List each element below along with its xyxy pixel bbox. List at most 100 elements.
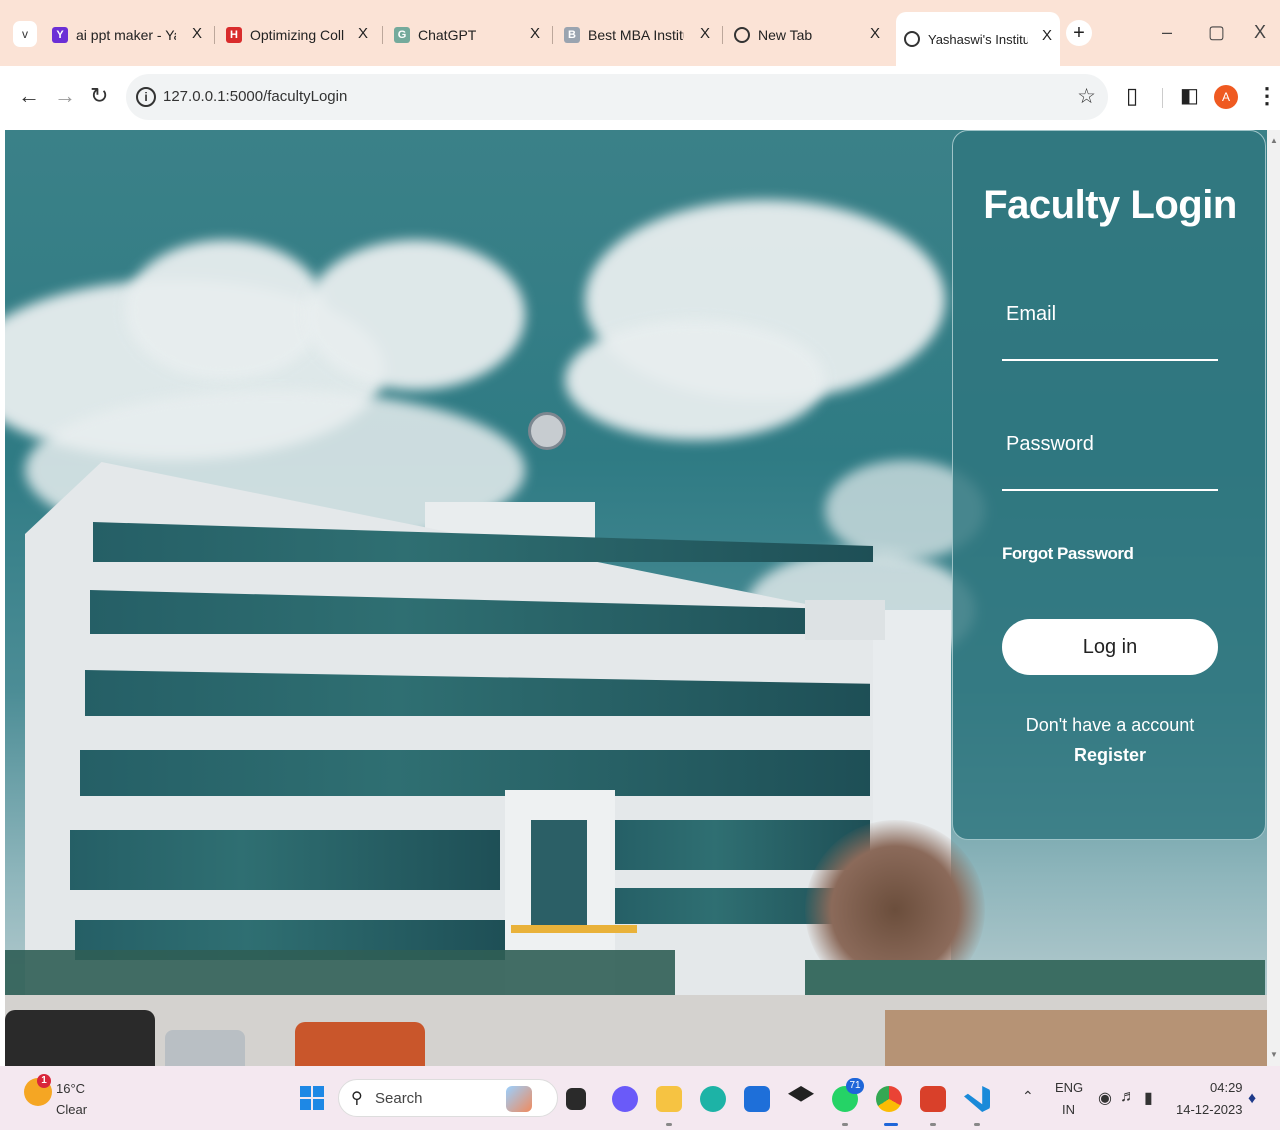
email-field[interactable] (1002, 331, 1218, 361)
tab-chatgpt[interactable]: G ChatGPT X (394, 16, 548, 54)
running-indicator (930, 1123, 936, 1126)
tab-close-icon[interactable]: X (192, 25, 202, 42)
url-text[interactable]: 127.0.0.1:5000/facultyLogin (163, 88, 347, 105)
no-account-text: Don't have a account (1025, 715, 1195, 735)
maximize-button[interactable]: ▢ (1208, 22, 1225, 43)
parked-car (165, 1030, 245, 1066)
tab-close-icon[interactable]: X (358, 25, 368, 42)
tab-title: Yashaswi's Institut (928, 31, 1028, 47)
document-favicon-icon: B (564, 27, 580, 43)
running-indicator (974, 1123, 980, 1126)
green-fence (5, 950, 675, 995)
back-arrow-icon[interactable]: ← (18, 83, 40, 109)
weather-temperature: 16°C (56, 1081, 86, 1096)
tab-divider (214, 26, 215, 44)
windows-taskbar: 1 16°C Clear ⚲ Search 71 ⌃ ENG IN ◉ ♬ ▮ … (0, 1066, 1280, 1130)
email-label: Email (1006, 303, 1057, 325)
tab-search-button[interactable]: v (13, 21, 37, 47)
page-title: Faculty Login (983, 183, 1237, 227)
search-highlight-icon[interactable] (506, 1086, 532, 1112)
building-side-roof (805, 600, 885, 640)
wifi-icon[interactable]: ◉ (1098, 1088, 1112, 1108)
forward-arrow-icon[interactable]: → (54, 83, 76, 109)
building-glass-band (70, 830, 500, 890)
chevron-down-icon: v (22, 27, 28, 41)
clock-date[interactable]: 14-12-2023 (1176, 1102, 1243, 1117)
powerpoint-icon[interactable] (920, 1086, 946, 1112)
globe-icon (904, 31, 920, 47)
tab-new-tab[interactable]: New Tab X (734, 16, 888, 54)
tab-title: Best MBA Institut (588, 27, 684, 43)
login-card: Faculty Login Email Password Forgot Pass… (952, 130, 1266, 840)
windows-logo-icon (300, 1086, 311, 1097)
running-indicator (666, 1123, 672, 1126)
windows-logo-icon (300, 1099, 311, 1110)
chrome-icon[interactable] (876, 1086, 902, 1112)
tab-title: New Tab (758, 27, 813, 43)
language-region: IN (1062, 1102, 1075, 1117)
store-icon[interactable] (744, 1086, 770, 1112)
yahoo-favicon-icon: Y (52, 27, 68, 43)
building-glass-band (80, 750, 870, 796)
scroll-down-icon[interactable]: ▼ (1270, 1050, 1278, 1059)
entrance-canopy (511, 925, 637, 933)
forgot-password-link[interactable]: Forgot Password (1002, 544, 1134, 564)
cloud (305, 240, 525, 390)
search-label: Search (375, 1090, 423, 1107)
minimize-button[interactable]: – (1162, 22, 1172, 43)
rooftop-sign-image (501, 450, 593, 492)
notification-bell-icon[interactable]: ♦ (1248, 1090, 1256, 1108)
close-window-button[interactable]: X (1254, 22, 1266, 43)
tab-title: ai ppt maker - Yah (76, 27, 176, 43)
file-explorer-icon[interactable] (656, 1086, 682, 1112)
browser-tab-strip: v Y ai ppt maker - Yah X H Optimizing Co… (0, 0, 1280, 66)
h-favicon-icon: H (226, 27, 242, 43)
side-panel-icon[interactable]: ◧ (1180, 83, 1199, 108)
vscode-icon[interactable] (964, 1086, 990, 1112)
dropbox-icon[interactable] (788, 1086, 814, 1102)
weather-badge: 1 (37, 1074, 51, 1088)
new-tab-button[interactable]: + (1066, 20, 1092, 46)
chevron-up-icon[interactable]: ⌃ (1022, 1088, 1034, 1105)
profile-avatar-icon[interactable]: A (1214, 85, 1238, 109)
globe-icon (734, 27, 750, 43)
address-bar[interactable]: i 127.0.0.1:5000/facultyLogin ☆ (126, 74, 1108, 120)
password-label: Password (1006, 433, 1094, 455)
browser-toolbar: ← → ↻ i 127.0.0.1:5000/facultyLogin ☆ ▯ … (0, 66, 1280, 128)
password-field[interactable] (1002, 461, 1218, 491)
parked-car (295, 1022, 425, 1066)
clock-time[interactable]: 04:29 (1210, 1080, 1243, 1095)
brick-wall (885, 1010, 1267, 1066)
extensions-icon[interactable]: ▯ (1126, 83, 1138, 109)
tab-close-icon[interactable]: X (870, 25, 880, 42)
toolbar-divider (1162, 88, 1163, 108)
battery-icon[interactable]: ▮ (1144, 1088, 1153, 1108)
tab-divider (382, 26, 383, 44)
tab-best-mba[interactable]: B Best MBA Institut X (564, 16, 718, 54)
tab-title: Optimizing Colleg (250, 27, 344, 43)
vertical-scrollbar[interactable]: ▲ ▼ (1267, 130, 1280, 1066)
edge-browser-icon[interactable] (700, 1086, 726, 1112)
task-view-icon[interactable] (566, 1088, 586, 1110)
reload-icon[interactable]: ↻ (90, 83, 108, 109)
speaker-icon[interactable]: ♬ (1120, 1088, 1136, 1106)
running-indicator (842, 1123, 848, 1126)
tab-close-icon[interactable]: X (530, 25, 540, 42)
info-icon[interactable]: i (136, 87, 156, 107)
tab-optimizing-college[interactable]: H Optimizing Colleg X (226, 16, 376, 54)
login-button[interactable]: Log in (1002, 619, 1218, 675)
parked-car (5, 1010, 155, 1066)
tab-ai-ppt-maker[interactable]: Y ai ppt maker - Yah X (52, 16, 210, 54)
more-menu-icon[interactable]: ⋮ (1256, 83, 1278, 109)
tab-yashaswi-institute[interactable]: Yashaswi's Institut X (896, 12, 1060, 66)
whatsapp-badge: 71 (846, 1078, 864, 1094)
register-link[interactable]: Register (953, 745, 1267, 766)
scroll-up-icon[interactable]: ▲ (1270, 136, 1278, 145)
tab-close-icon[interactable]: X (1042, 27, 1052, 44)
windows-logo-icon (313, 1099, 324, 1110)
start-button[interactable] (300, 1086, 324, 1110)
language-indicator[interactable]: ENG (1055, 1080, 1083, 1095)
star-icon[interactable]: ☆ (1077, 84, 1096, 109)
tab-close-icon[interactable]: X (700, 25, 710, 42)
teams-chat-icon[interactable] (612, 1086, 638, 1112)
